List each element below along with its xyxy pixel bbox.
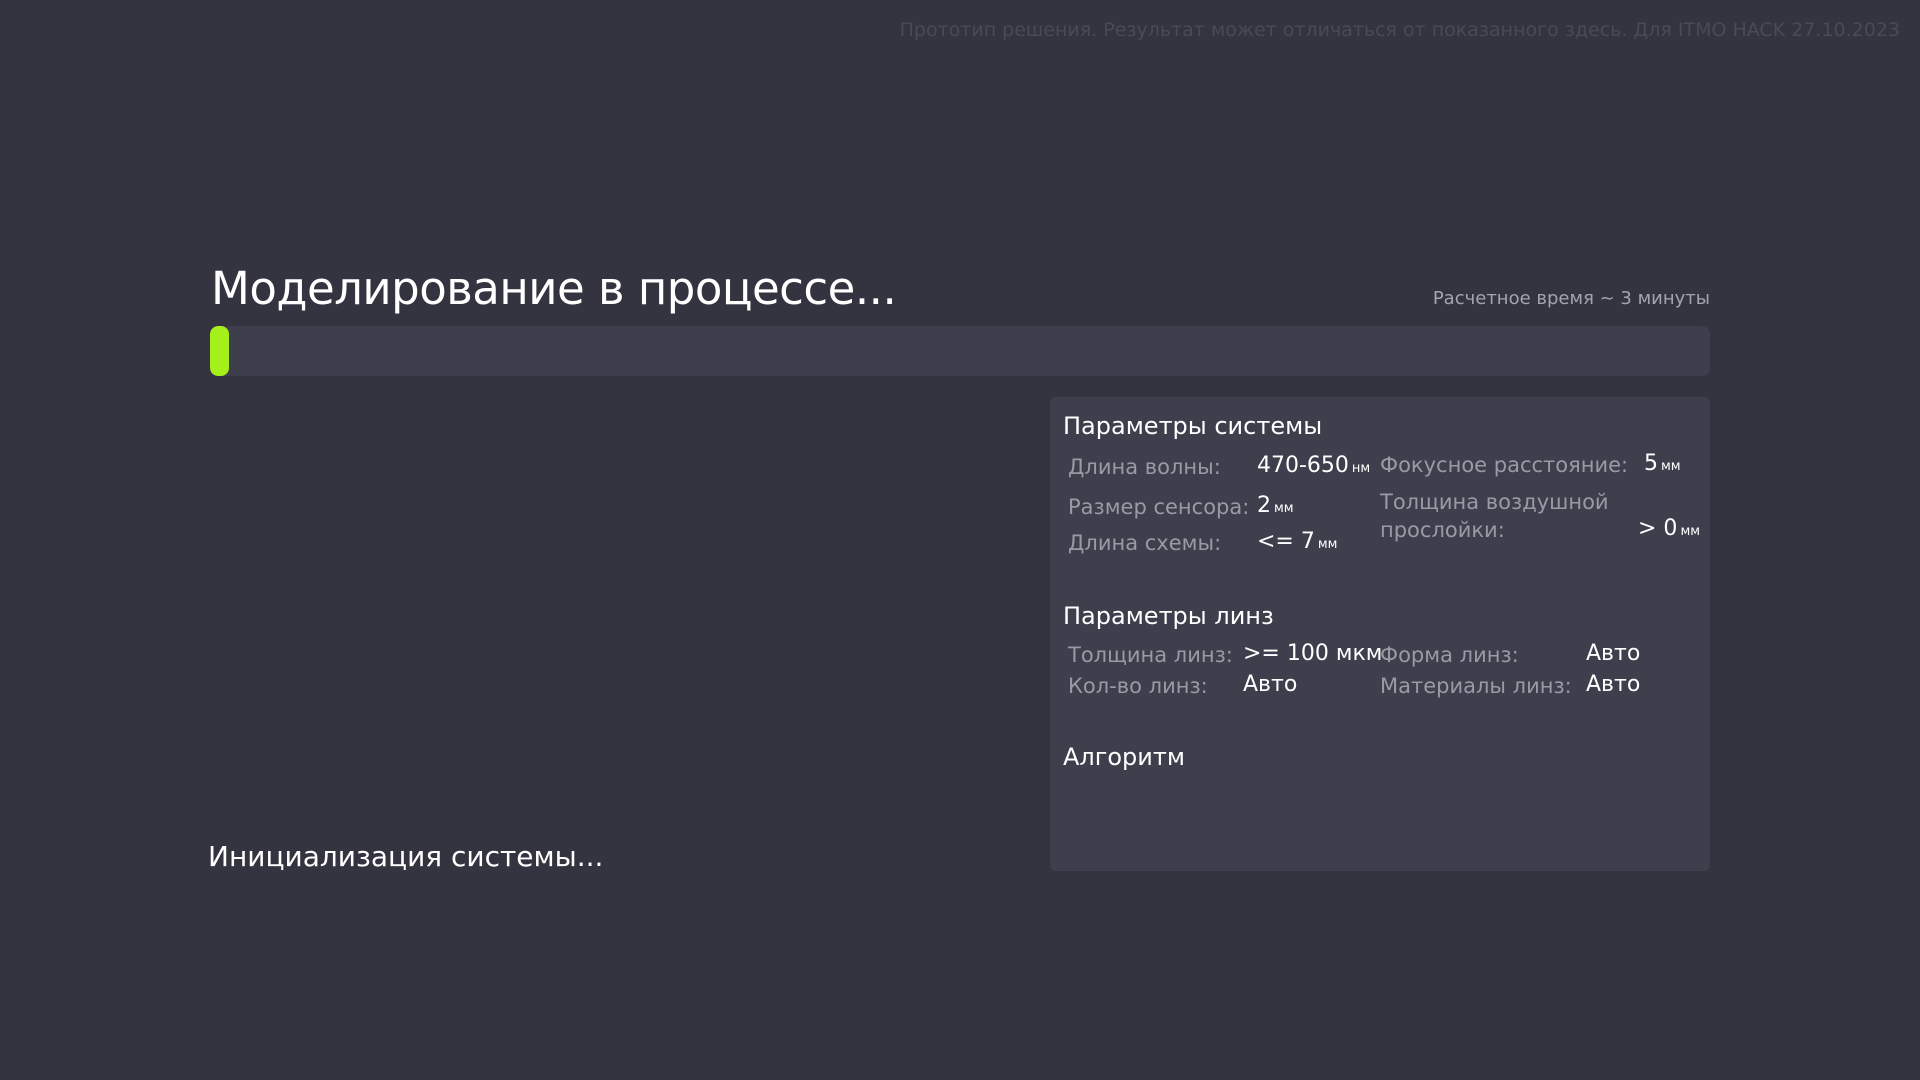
system-params-title: Параметры системы (1063, 412, 1323, 440)
lens-count-label: Кол-во линз: (1068, 674, 1208, 698)
sensor-size-label: Размер сенсора: (1068, 495, 1250, 519)
air-gap-label-line2: прослойки: (1380, 518, 1505, 542)
wavelength-unit: нм (1351, 461, 1371, 476)
lens-count-value: Авто (1243, 672, 1298, 697)
page-title: Моделирование в процессе... (211, 262, 897, 315)
scheme-length-label: Длина схемы: (1068, 531, 1222, 555)
wavelength-label: Длина волны: (1068, 455, 1221, 479)
air-gap-unit: мм (1680, 524, 1701, 539)
progress-bar (210, 326, 1710, 376)
parameters-panel: Параметры системы Длина волны: 470-650 нм… (1050, 397, 1710, 871)
focal-length-unit: мм (1661, 459, 1681, 474)
air-gap-label-line1: Толщина воздушной (1380, 490, 1609, 514)
scheme-length-value: <= 7 мм (1257, 529, 1338, 554)
lens-materials-label: Материалы линз: (1380, 674, 1572, 698)
status-message: Инициализация системы... (208, 840, 604, 873)
sensor-size-value: 2 мм (1257, 493, 1294, 518)
lens-params-title: Параметры линз (1063, 602, 1274, 630)
lens-thickness-value: >= 100 мкм (1243, 641, 1383, 666)
lens-shape-label: Форма линз: (1380, 643, 1519, 667)
scheme-length-unit: мм (1317, 537, 1338, 552)
disclaimer-text: Прототип решения. Результат может отлича… (899, 19, 1900, 41)
focal-length-label: Фокусное расстояние: (1380, 453, 1629, 477)
algorithm-title: Алгоритм (1063, 743, 1185, 771)
wavelength-value: 470-650 нм (1257, 453, 1371, 478)
sensor-size-unit: мм (1274, 501, 1294, 516)
focal-length-value: 5 мм (1644, 451, 1681, 476)
air-gap-value: > 0 мм (1638, 516, 1701, 541)
lens-materials-value: Авто (1586, 672, 1641, 697)
lens-shape-value: Авто (1586, 641, 1641, 666)
progress-bar-fill (210, 326, 230, 376)
estimated-time: Расчетное время ~ 3 минуты (1432, 288, 1710, 309)
lens-thickness-label: Толщина линз: (1068, 643, 1233, 667)
